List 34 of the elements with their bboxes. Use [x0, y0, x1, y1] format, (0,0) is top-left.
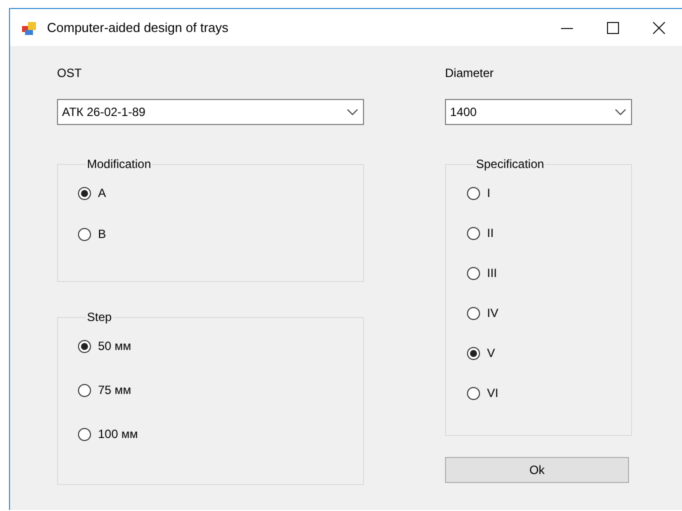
radio-button-icon[interactable]: [467, 306, 480, 320]
radio-option[interactable]: B: [78, 227, 106, 241]
field-label: Diameter: [445, 66, 494, 80]
chevron-down-icon: [347, 108, 358, 116]
radio-option[interactable]: V: [467, 346, 496, 360]
radio-button-icon[interactable]: [467, 346, 480, 360]
radio-option[interactable]: 100 мм: [78, 427, 138, 441]
dropdown-field[interactable]: АТК 26-02-1-89: [57, 99, 364, 125]
radio-option[interactable]: I: [467, 186, 490, 200]
radio-option[interactable]: VI: [467, 386, 498, 400]
group-title: Step: [86, 310, 113, 324]
app-icon: [21, 20, 37, 36]
radio-option[interactable]: A: [78, 186, 106, 200]
radio-button-icon[interactable]: [467, 186, 480, 200]
radio-option[interactable]: III: [467, 266, 498, 280]
radio-option[interactable]: II: [467, 226, 494, 240]
radio-button-icon[interactable]: [467, 226, 480, 240]
dropdown-field[interactable]: 1400: [445, 99, 632, 125]
radio-button-icon[interactable]: [78, 340, 91, 352]
field-label: OST: [57, 66, 82, 80]
radio-button-icon[interactable]: [78, 228, 91, 240]
window-title: Computer-aided design of trays: [47, 20, 228, 35]
ok-button[interactable]: Ok: [445, 457, 629, 483]
group-title: Specification: [475, 157, 546, 171]
radio-option[interactable]: IV: [467, 306, 498, 320]
radio-option[interactable]: 75 мм: [78, 383, 132, 397]
radio-button-icon[interactable]: [78, 186, 91, 200]
group-title: Modification: [86, 157, 152, 171]
radio-button-icon[interactable]: [78, 428, 91, 440]
radio-button-icon[interactable]: [467, 386, 480, 400]
radio-button-icon[interactable]: [467, 266, 480, 280]
radio-button-icon[interactable]: [78, 384, 91, 396]
radio-option[interactable]: 50 мм: [78, 339, 132, 353]
chevron-down-icon: [615, 108, 626, 116]
